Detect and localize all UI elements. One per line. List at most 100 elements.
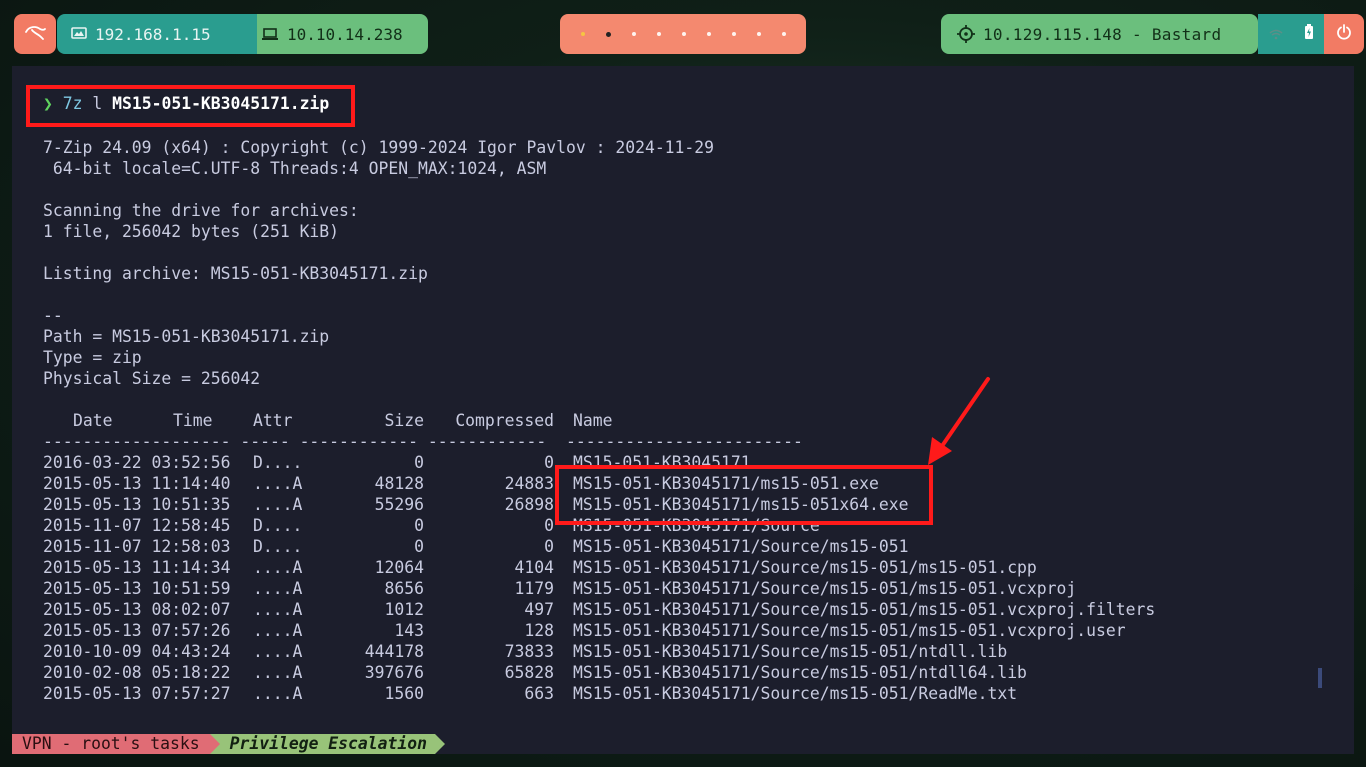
vpn-ip-widget: 10.10.14.238 — [257, 14, 428, 54]
row-attr: D.... — [253, 516, 303, 535]
workspace-dot[interactable] — [681, 32, 686, 36]
column-header-date: Date — [73, 411, 113, 430]
row-size: 48128 — [374, 474, 424, 493]
output-line: Scanning the drive for archives: — [43, 201, 359, 220]
row-name: MS15-051-KB3045171/Source/ms15-051/ntdll… — [573, 642, 1008, 661]
row-name: MS15-051-KB3045171/Source/ms15-051/ntdll… — [573, 663, 1027, 682]
host-ip-widget: 192.168.1.15 — [57, 14, 257, 54]
row-datetime: 2015-05-13 07:57:27 — [43, 684, 231, 703]
workspace-dot[interactable] — [756, 32, 761, 36]
output-line: Path = MS15-051-KB3045171.zip — [43, 327, 330, 346]
row-compressed: 497 — [524, 600, 554, 619]
output-line: -- — [43, 306, 63, 325]
column-header-time: Time — [173, 411, 213, 430]
workspace-dot[interactable] — [656, 32, 661, 36]
row-attr: D.... — [253, 537, 303, 556]
row-datetime: 2016-03-22 03:52:56 — [43, 453, 231, 472]
system-tray[interactable] — [1258, 14, 1324, 54]
host-ip-text: 192.168.1.15 — [95, 24, 211, 44]
column-header-compressed: Compressed — [455, 411, 554, 430]
row-datetime: 2010-10-09 04:43:24 — [43, 642, 231, 661]
row-attr: D.... — [253, 453, 303, 472]
row-attr: ....A — [253, 558, 303, 577]
row-compressed: 24883 — [504, 474, 554, 493]
row-datetime: 2010-02-08 05:18:22 — [43, 663, 231, 682]
row-datetime: 2015-11-07 12:58:03 — [43, 537, 231, 556]
kali-dragon-icon — [24, 24, 46, 44]
power-button[interactable] — [1324, 14, 1364, 54]
workspace-dot[interactable] — [731, 32, 736, 36]
row-size: 1560 — [384, 684, 424, 703]
row-datetime: 2015-05-13 11:14:40 — [43, 474, 231, 493]
column-header-attr: Attr — [253, 411, 293, 430]
row-name: MS15-051-KB3045171/Source/ms15-051/ReadM… — [573, 684, 1018, 703]
output-line: 7-Zip 24.09 (x64) : Copyright (c) 1999-2… — [43, 138, 715, 157]
status-end-cap — [435, 734, 445, 754]
row-name: MS15-051-KB3045171/Source/ms15-051/ms15-… — [573, 558, 1037, 577]
row-size: 0 — [414, 453, 424, 472]
row-attr: ....A — [253, 579, 303, 598]
row-attr: ....A — [253, 621, 303, 640]
kali-menu-button[interactable] — [14, 14, 56, 54]
row-attr: ....A — [253, 642, 303, 661]
tmux-status-line: VPN - root's tasks Privilege Escalation — [12, 734, 445, 754]
session-name[interactable]: VPN - root's tasks — [12, 734, 210, 754]
row-size: 55296 — [374, 495, 424, 514]
row-compressed: 65828 — [504, 663, 554, 682]
row-datetime: 2015-11-07 12:58:45 — [43, 516, 231, 535]
row-datetime: 2015-05-13 10:51:59 — [43, 579, 231, 598]
workspace-dot[interactable] — [706, 32, 711, 36]
row-datetime: 2015-05-13 08:02:07 — [43, 600, 231, 619]
row-compressed: 0 — [544, 537, 554, 556]
row-compressed: 73833 — [504, 642, 554, 661]
vpn-ip-text: 10.10.14.238 — [287, 24, 403, 44]
row-name: MS15-051-KB3045171/Source/ms15-051/ms15-… — [573, 621, 1126, 640]
row-datetime: 2015-05-13 07:57:26 — [43, 621, 231, 640]
row-size: 0 — [414, 537, 424, 556]
workspace-dot[interactable] — [580, 32, 585, 36]
row-attr: ....A — [253, 663, 303, 682]
output-line: Listing archive: MS15-051-KB3045171.zip — [43, 264, 428, 283]
row-compressed: 0 — [544, 516, 554, 535]
row-compressed: 4104 — [514, 558, 554, 577]
output-line: 1 file, 256042 bytes (251 KiB) — [43, 222, 340, 241]
terminal-window[interactable]: ❯ 7z l MS15-051-KB3045171.zip 7-Zip 24.0… — [12, 66, 1354, 754]
command-highlight-box — [26, 85, 355, 127]
row-compressed: 1179 — [514, 579, 554, 598]
exe-highlight-box — [555, 465, 933, 525]
row-name: MS15-051-KB3045171/Source/ms15-051/ms15-… — [573, 579, 1077, 598]
workspace-dot[interactable] — [781, 32, 786, 36]
network-icon[interactable] — [1269, 25, 1283, 44]
row-datetime: 2015-05-13 10:51:35 — [43, 495, 231, 514]
row-size: 397676 — [364, 663, 424, 682]
scrollbar-indicator[interactable] — [1318, 668, 1322, 688]
laptop-icon — [261, 27, 279, 41]
status-separator — [209, 734, 220, 754]
output-line: 64-bit locale=C.UTF-8 Threads:4 OPEN_MAX… — [43, 159, 547, 178]
row-compressed: 128 — [524, 621, 554, 640]
column-header-name: Name — [573, 411, 613, 430]
row-attr: ....A — [253, 474, 303, 493]
crosshair-icon — [957, 25, 975, 43]
row-size: 143 — [394, 621, 424, 640]
column-header-size: Size — [384, 411, 424, 430]
row-attr: ....A — [253, 684, 303, 703]
row-attr: ....A — [253, 600, 303, 619]
row-size: 444178 — [364, 642, 424, 661]
row-name: MS15-051-KB3045171/Source/ms15-051 — [573, 537, 909, 556]
output-line: Physical Size = 256042 — [43, 369, 261, 388]
target-text: 10.129.115.148 - Bastard — [983, 24, 1222, 44]
row-attr: ....A — [253, 495, 303, 514]
monitor-icon — [71, 27, 87, 41]
row-compressed: 663 — [524, 684, 554, 703]
row-compressed: 26898 — [504, 495, 554, 514]
target-widget: 10.129.115.148 - Bastard — [941, 14, 1258, 54]
row-compressed: 0 — [544, 453, 554, 472]
workspace-dot[interactable] — [631, 32, 636, 36]
workspace-switcher[interactable] — [560, 14, 806, 54]
row-datetime: 2015-05-13 11:14:34 — [43, 558, 231, 577]
active-window-name[interactable]: Privilege Escalation — [219, 734, 435, 754]
red-arrow-icon — [920, 375, 992, 471]
workspace-dot-active[interactable] — [605, 31, 611, 37]
battery-icon[interactable] — [1304, 24, 1314, 44]
